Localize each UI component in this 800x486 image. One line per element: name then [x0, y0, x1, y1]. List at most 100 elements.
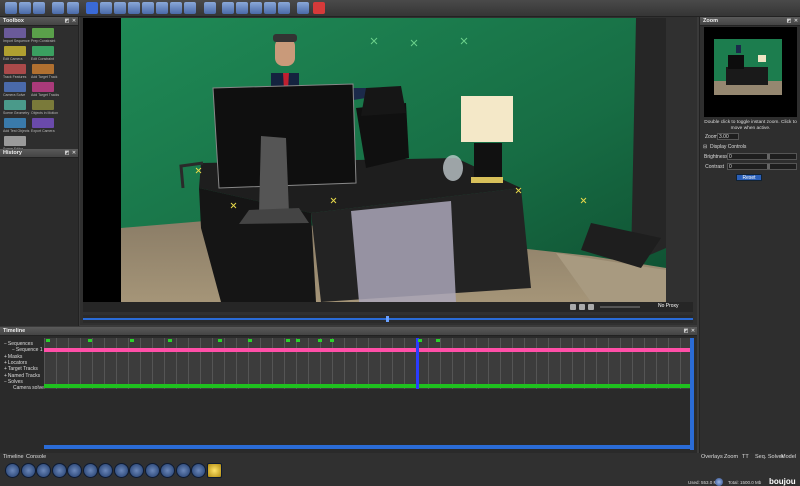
keyframe-marker[interactable]	[248, 339, 252, 342]
brush-icon[interactable]	[297, 2, 309, 14]
step-back-icon[interactable]	[51, 463, 67, 478]
camera-frame-image[interactable]	[121, 18, 666, 302]
tab-seq-solver[interactable]: Seq. Solver	[755, 454, 783, 460]
fit-icon[interactable]	[184, 2, 196, 14]
expander-icon[interactable]: +	[4, 373, 7, 379]
close-icon[interactable]: ✕	[71, 18, 77, 24]
sequence-track-bar[interactable]	[44, 348, 690, 352]
keyframe-marker[interactable]	[296, 339, 300, 342]
new-file-icon[interactable]	[5, 2, 17, 14]
tool-button-9[interactable]	[32, 100, 54, 110]
expander-icon[interactable]: −	[12, 347, 15, 353]
tab-console[interactable]: Console	[26, 454, 46, 460]
float-icon[interactable]: ◩	[683, 328, 689, 334]
redo-icon[interactable]	[67, 2, 79, 14]
add-key-icon[interactable]	[160, 463, 175, 478]
keyframe-marker[interactable]	[218, 339, 222, 342]
display-controls-toggle[interactable]: ⊟	[703, 144, 709, 150]
save-icon[interactable]	[33, 2, 45, 14]
track-icon[interactable]	[100, 2, 112, 14]
rotate-icon[interactable]	[264, 2, 276, 14]
tool-button-6[interactable]	[4, 82, 26, 92]
tool-button-11[interactable]	[32, 118, 54, 128]
tab-timeline[interactable]: Timeline	[3, 454, 24, 460]
camera-icon[interactable]	[570, 304, 576, 310]
tree-item[interactable]: −Sequence 1	[12, 347, 43, 353]
go-end-icon[interactable]	[129, 463, 144, 478]
reset-button[interactable]: Reset	[736, 174, 762, 181]
zoom-icon[interactable]	[170, 2, 182, 14]
play-icon[interactable]	[82, 463, 98, 478]
proxy-slider[interactable]	[600, 306, 640, 308]
float-icon[interactable]: ◩	[786, 18, 792, 24]
pen-icon[interactable]	[114, 2, 126, 14]
keyframe-marker[interactable]	[130, 339, 134, 342]
lasso-icon[interactable]	[128, 2, 140, 14]
image-icon[interactable]	[588, 304, 594, 310]
float-icon[interactable]: ◩	[64, 150, 70, 156]
layout-icon[interactable]	[204, 2, 216, 14]
close-icon[interactable]: ✕	[690, 328, 696, 334]
frame-scrubber[interactable]	[83, 315, 693, 323]
camera-solve-track-bar[interactable]	[44, 384, 690, 388]
keyframe-marker[interactable]	[46, 339, 50, 342]
tab-overlays[interactable]: Overlays	[701, 454, 723, 460]
view-icon[interactable]	[156, 2, 168, 14]
tree-item[interactable]: Camera solve 1	[12, 385, 48, 391]
select-icon[interactable]	[86, 2, 98, 14]
hand-icon[interactable]	[278, 2, 290, 14]
step-forward-icon[interactable]	[98, 463, 113, 478]
film-icon[interactable]	[579, 304, 585, 310]
keyframe-marker[interactable]	[286, 339, 290, 342]
brightness-field[interactable]: 0	[727, 153, 797, 160]
image-viewport[interactable]	[83, 18, 666, 302]
tool-button-1[interactable]	[32, 28, 54, 38]
tool-button-4[interactable]	[4, 64, 26, 74]
expander-icon[interactable]: +	[4, 366, 7, 372]
prev-key-icon[interactable]	[36, 463, 51, 478]
open-folder-icon[interactable]	[19, 2, 31, 14]
close-icon[interactable]: ✕	[71, 150, 77, 156]
globe-icon[interactable]	[236, 2, 248, 14]
tool-button-0[interactable]	[4, 28, 26, 38]
keyframe-marker[interactable]	[436, 339, 440, 342]
go-start-icon[interactable]	[5, 463, 20, 478]
tool-button-5[interactable]	[32, 64, 54, 74]
keyframe-marker[interactable]	[168, 339, 172, 342]
settings-icon[interactable]	[206, 463, 222, 478]
keyframe-marker[interactable]	[418, 339, 422, 342]
expander-icon[interactable]: −	[4, 341, 7, 347]
timeline-vscroll[interactable]	[690, 338, 694, 450]
sphere-icon[interactable]	[250, 2, 262, 14]
bounce-icon[interactable]	[191, 463, 206, 478]
expander-icon[interactable]: −	[4, 379, 7, 385]
track-area[interactable]	[44, 338, 690, 389]
camera-icon[interactable]	[222, 2, 234, 14]
contrast-field[interactable]: 0	[727, 163, 797, 170]
float-icon[interactable]: ◩	[64, 18, 70, 24]
tool-button-2[interactable]	[4, 46, 26, 56]
next-key-icon[interactable]	[113, 463, 129, 478]
expander-icon[interactable]: +	[4, 354, 7, 360]
playhead[interactable]	[416, 338, 419, 389]
timeline-hscroll[interactable]	[44, 445, 690, 449]
stop-icon[interactable]	[20, 463, 36, 478]
tree-item[interactable]: +Named Tracks	[4, 373, 40, 379]
tool-button-3[interactable]	[32, 46, 54, 56]
tool-button-7[interactable]	[32, 82, 54, 92]
tool-button-10[interactable]	[4, 118, 26, 128]
brightness-slider-handle[interactable]	[767, 154, 770, 159]
keyframe-marker[interactable]	[88, 339, 92, 342]
zoom-preview[interactable]	[704, 27, 797, 117]
tree-item[interactable]: −Sequences	[4, 341, 33, 347]
tree-item[interactable]: +Locators	[4, 360, 27, 366]
proxy-label[interactable]: No Proxy	[658, 303, 679, 309]
tree-item[interactable]: +Masks	[4, 354, 22, 360]
grid-icon[interactable]	[142, 2, 154, 14]
expander-icon[interactable]: +	[4, 360, 7, 366]
magnet-icon[interactable]	[313, 2, 325, 14]
undo-icon[interactable]	[52, 2, 64, 14]
tree-item[interactable]: +Target Tracks	[4, 366, 38, 372]
loop-icon[interactable]	[144, 463, 160, 478]
tab-model[interactable]: Model	[781, 454, 796, 460]
